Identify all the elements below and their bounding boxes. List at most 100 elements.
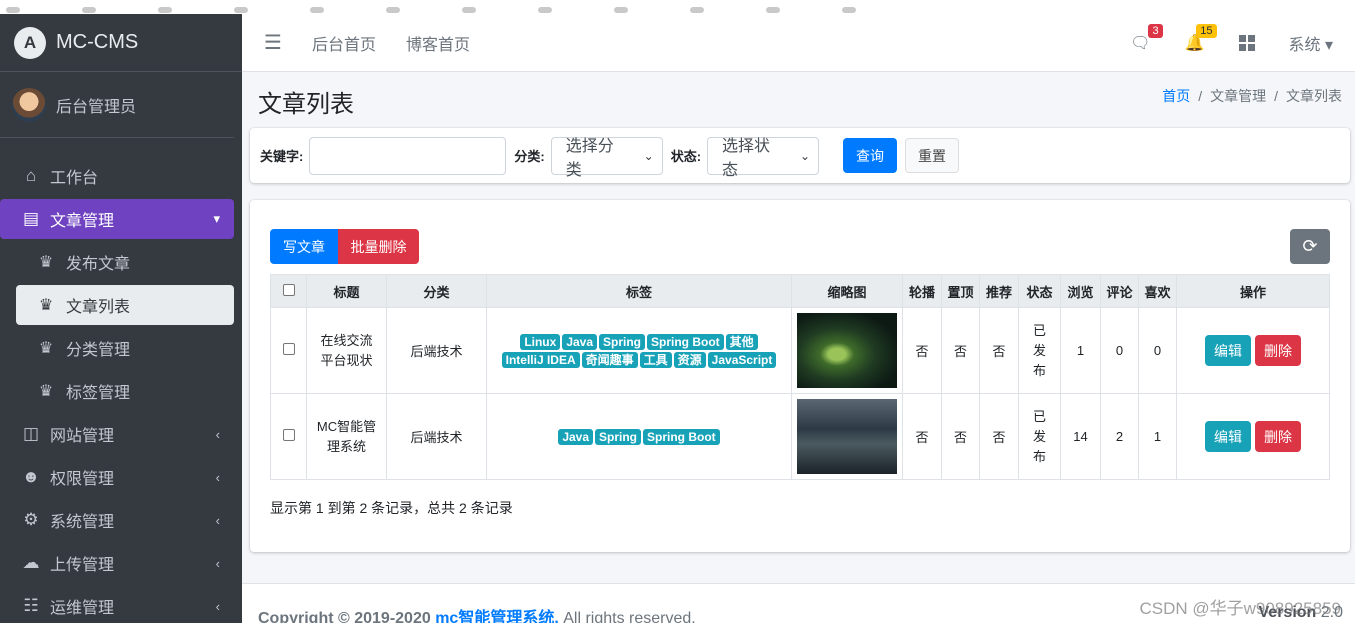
sidebar-sub-publish[interactable]: ♛ 发布文章 <box>16 242 234 282</box>
nav-link-admin-home[interactable]: 后台首页 <box>312 31 376 55</box>
select-all-checkbox[interactable] <box>282 283 295 296</box>
tag-badge: Spring <box>599 333 646 350</box>
tag-badge: 奇闻趣事 <box>581 351 638 368</box>
sidebar-sub-categories[interactable]: ♛ 分类管理 <box>16 328 234 368</box>
tag-badge: JavaScript <box>707 351 777 368</box>
navbar-right: 🗨 3 🔔 15 系统 ▾ <box>1096 23 1334 55</box>
col-header[interactable]: 置顶 <box>941 274 980 308</box>
tag-badge: 资源 <box>673 351 706 368</box>
browser-bookmarks-bar <box>0 0 1355 14</box>
chevron-down-icon: ⌄ <box>799 148 811 163</box>
refresh-icon: ⟳ <box>1302 236 1318 256</box>
crown-icon: ♛ <box>38 383 54 400</box>
row-checkbox[interactable] <box>282 343 295 355</box>
article-table-card: 写文章 批量删除 ⟳ 标题 分类 标签 缩略图 轮播 置顶 推荐 状态 浏览 评… <box>250 200 1350 552</box>
chevron-left-icon: ‹ <box>215 512 220 528</box>
edit-button[interactable]: 编辑 <box>1205 335 1251 366</box>
write-article-button[interactable]: 写文章 <box>270 229 338 264</box>
reset-button[interactable]: 重置 <box>905 138 960 173</box>
chevron-left-icon: ‹ <box>215 426 220 442</box>
col-header[interactable]: 轮播 <box>902 274 942 308</box>
col-header[interactable]: 状态 <box>1018 274 1061 308</box>
sidebar-sub-label: 发布文章 <box>66 256 131 273</box>
col-header[interactable]: 推荐 <box>979 274 1019 308</box>
article-recommend: 否 <box>979 307 1019 394</box>
article-title: 在线交流平台现状 <box>306 307 387 394</box>
sidebar-item-site[interactable]: ◫ 网站管理 ‹ <box>0 414 234 454</box>
col-header[interactable]: 标题 <box>306 274 387 308</box>
table-row: 在线交流平台现状 后端技术 Linux Java Spring Spring Boot… <box>270 307 1330 394</box>
system-menu[interactable]: 系统 ▾ <box>1289 31 1334 55</box>
sliders-icon: ☷ <box>23 596 39 615</box>
col-header[interactable]: 标签 <box>486 274 792 308</box>
col-header[interactable]: 喜欢 <box>1138 274 1177 308</box>
tag-badge: 工具 <box>639 351 672 368</box>
tag-badge: Spring Boot <box>643 428 720 445</box>
sidebar-item-label: 权限管理 <box>50 471 115 488</box>
article-tags: Linux Java Spring Spring Boot 其他 IntelliJ IDE… <box>486 307 792 394</box>
col-header[interactable]: 评论 <box>1100 274 1139 308</box>
nav-link-blog-home[interactable]: 博客首页 <box>406 31 470 55</box>
sidebar-item-permissions[interactable]: ☻ 权限管理 ‹ <box>0 457 234 497</box>
batch-delete-button[interactable]: 批量删除 <box>338 229 419 264</box>
query-button[interactable]: 查询 <box>843 138 898 173</box>
refresh-button[interactable]: ⟳ <box>1290 229 1330 264</box>
breadcrumb: 首页 / 文章管理 / 文章列表 <box>1162 88 1342 104</box>
sidebar-item-system[interactable]: ⚙ 系统管理 ‹ <box>0 500 234 540</box>
gear-icon: ⚙ <box>23 510 39 529</box>
tag-badge: IntelliJ IDEA <box>501 351 580 368</box>
category-label: 分类: <box>514 149 545 164</box>
apps-grid-icon[interactable] <box>1238 34 1255 51</box>
article-tags: Java Spring Spring Boot <box>486 393 792 480</box>
row-checkbox[interactable] <box>282 429 295 441</box>
article-likes: 0 <box>1138 307 1177 394</box>
copyright-link[interactable]: mc智能管理系统. <box>435 610 559 623</box>
brand-name: MC-CMS <box>56 31 139 53</box>
col-header[interactable]: 缩略图 <box>791 274 903 308</box>
user-name: 后台管理员 <box>56 98 137 116</box>
brand[interactable]: A MC-CMS <box>0 14 242 72</box>
category-select[interactable]: 选择分类 ⌄ <box>550 136 663 179</box>
status-select[interactable]: 选择状态 ⌄ <box>707 136 820 179</box>
breadcrumb-home[interactable]: 首页 <box>1162 88 1190 104</box>
avatar <box>12 87 46 122</box>
sidebar-item-workbench[interactable]: ⌂ 工作台 <box>0 156 234 196</box>
sidebar-item-ops[interactable]: ☷ 运维管理 ‹ <box>0 586 234 623</box>
sidebar-item-articles[interactable]: ▤ 文章管理 ▾ <box>0 199 234 239</box>
select-all-cell <box>270 274 307 308</box>
article-carousel: 否 <box>902 307 942 394</box>
page-title: 文章列表 <box>258 91 354 118</box>
crown-icon: ♛ <box>38 340 54 357</box>
article-top: 否 <box>941 307 980 394</box>
col-header[interactable]: 浏览 <box>1060 274 1101 308</box>
menu-toggle-icon[interactable]: ☰ <box>264 30 282 55</box>
cloud-upload-icon: ☁ <box>22 553 40 572</box>
col-header[interactable]: 分类 <box>386 274 487 308</box>
article-carousel: 否 <box>902 393 942 480</box>
article-title: MC智能管理系统 <box>306 393 387 480</box>
delete-button[interactable]: 删除 <box>1255 421 1301 452</box>
messages-button[interactable]: 🗨 3 <box>1130 23 1163 53</box>
delete-button[interactable]: 删除 <box>1255 335 1301 366</box>
article-thumbnail <box>797 399 897 474</box>
pagination-summary: 显示第 1 到第 2 条记录，总共 2 条记录 <box>270 500 513 516</box>
notifications-button[interactable]: 🔔 15 <box>1185 23 1217 53</box>
user-panel[interactable]: 后台管理员 <box>0 72 234 138</box>
tag-badge: Java <box>558 428 594 445</box>
article-status: 已发布 <box>1018 393 1061 480</box>
article-comments: 0 <box>1100 307 1139 394</box>
tag-badge: Java <box>562 333 598 350</box>
sidebar-sub-article-list[interactable]: ♛ 文章列表 <box>16 285 234 325</box>
keyword-label: 关键字: <box>260 149 304 164</box>
sidebar-sub-tags[interactable]: ♛ 标签管理 <box>16 371 234 411</box>
status-label: 状态: <box>670 149 702 164</box>
caret-down-icon: ▾ <box>1324 36 1333 54</box>
watermark: CSDN @华子w908925859 <box>1139 599 1341 618</box>
sidebar-item-label: 上传管理 <box>50 557 115 574</box>
tag-badge: Linux <box>520 333 561 350</box>
edit-button[interactable]: 编辑 <box>1205 421 1251 452</box>
sidebar-item-upload[interactable]: ☁ 上传管理 ‹ <box>0 543 234 583</box>
sidebar-item-label: 文章管理 <box>50 213 115 230</box>
keyword-input[interactable] <box>309 136 507 175</box>
brand-logo: A <box>14 26 46 59</box>
